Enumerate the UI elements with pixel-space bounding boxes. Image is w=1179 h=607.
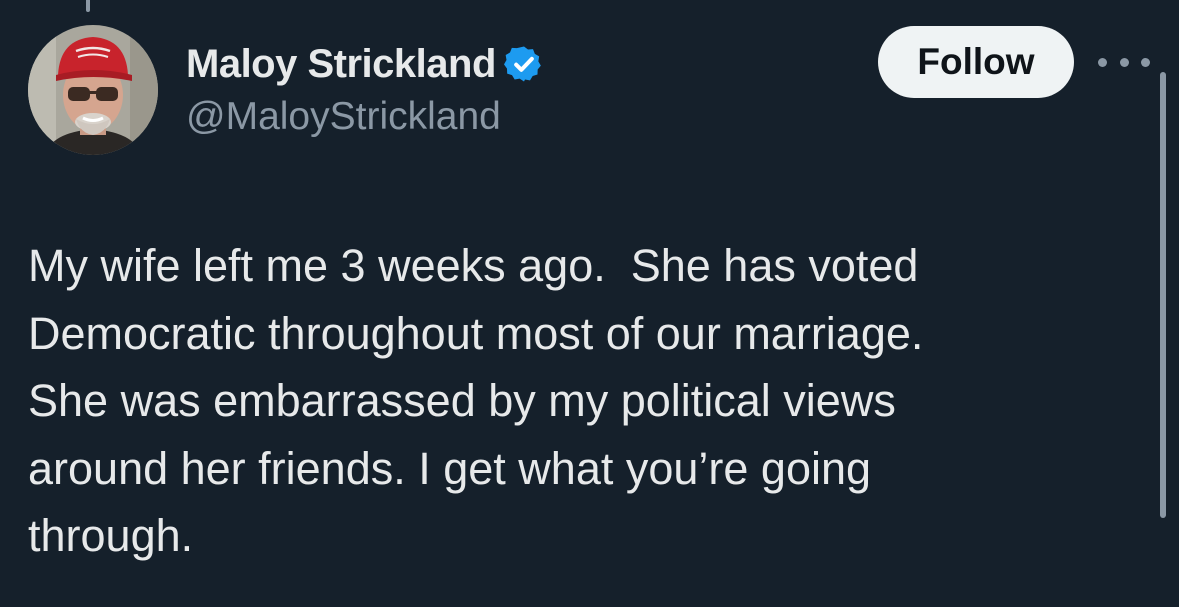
tweet-text-line: through. xyxy=(28,510,194,561)
follow-button[interactable]: Follow xyxy=(878,26,1074,98)
display-name[interactable]: Maloy Strickland xyxy=(186,42,496,87)
tweet-text-line: My wife left me 3 weeks ago. She has vot… xyxy=(28,240,919,291)
avatar-image xyxy=(28,25,158,155)
avatar[interactable] xyxy=(28,25,158,155)
user-handle[interactable]: @MaloyStrickland xyxy=(186,95,501,139)
scrollbar[interactable] xyxy=(1160,72,1166,518)
tweet-text: My wife left me 3 weeks ago. She has vot… xyxy=(28,232,1128,570)
ellipsis-dot xyxy=(1098,57,1107,67)
verified-badge-icon[interactable] xyxy=(503,44,544,84)
user-name-row: Maloy Strickland xyxy=(186,40,544,88)
tweet-text-line: around her friends. I get what you’re go… xyxy=(28,442,872,494)
ellipsis-dot xyxy=(1119,57,1129,67)
ellipsis-icon[interactable] xyxy=(1098,42,1150,82)
ellipsis-dot xyxy=(1141,57,1150,67)
tweet-text-line: Democratic throughout most of our marria… xyxy=(28,307,924,359)
tweet-text-line: She was embarrassed by my political view… xyxy=(28,375,896,426)
thread-connector-line xyxy=(86,0,90,12)
